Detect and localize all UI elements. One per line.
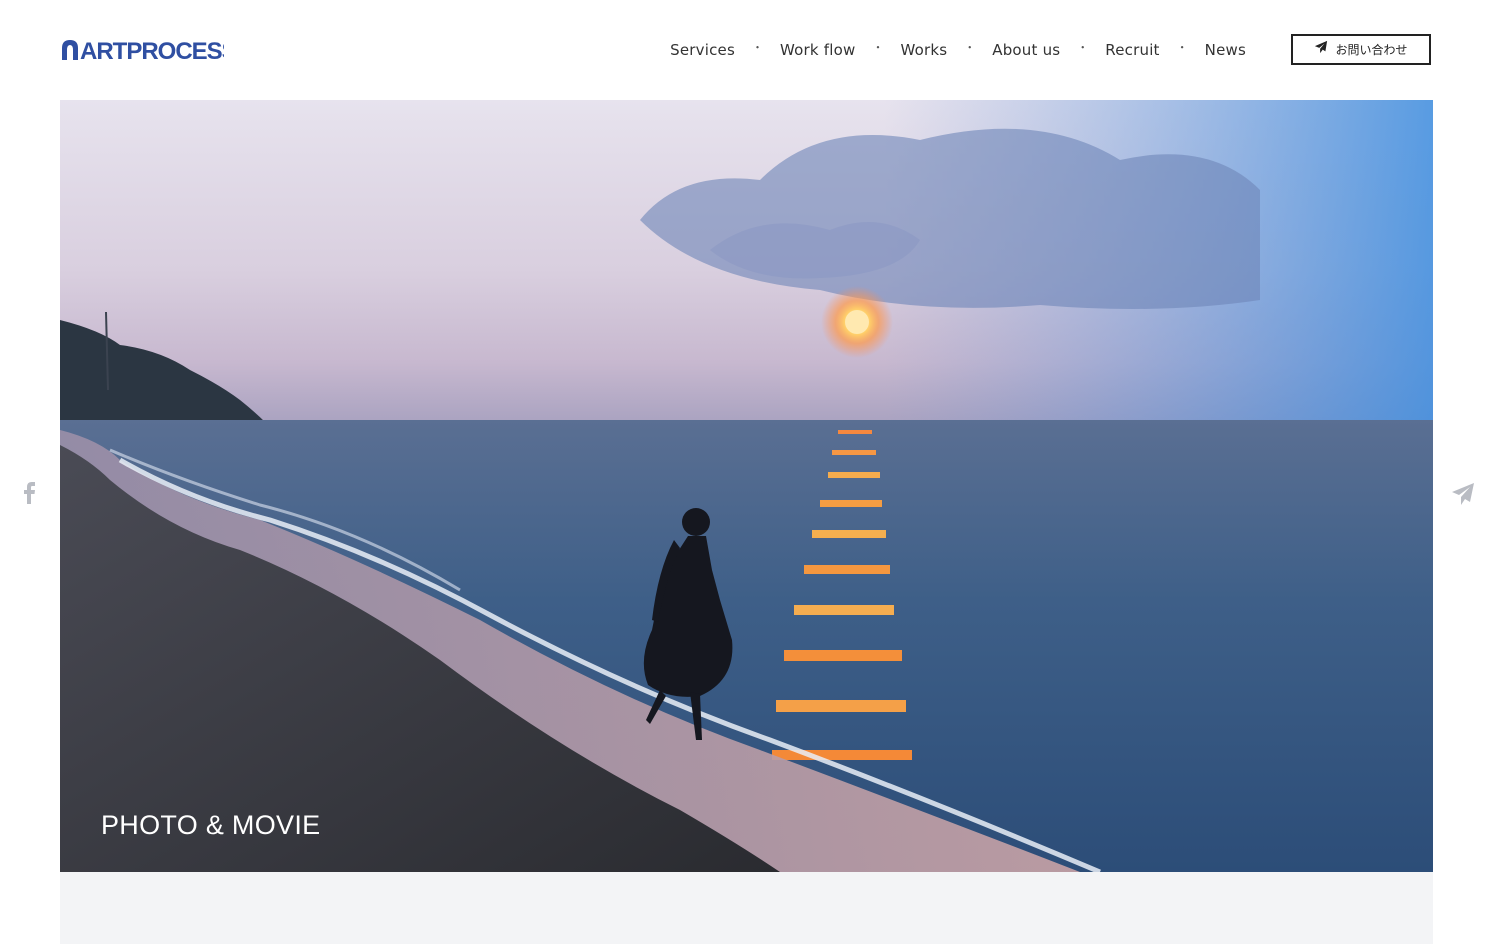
contact-button[interactable]: お問い合わせ xyxy=(1291,34,1431,65)
content-band xyxy=(60,872,1433,944)
nav-work-flow[interactable]: Work flow xyxy=(780,41,855,59)
paper-plane-icon[interactable] xyxy=(1451,482,1475,506)
svg-text:ARTPROCESS: ARTPROCESS xyxy=(80,38,224,64)
main-nav: Services ・ Work flow ・ Works ・ About us … xyxy=(670,38,1246,62)
nav-separator: ・ xyxy=(751,41,763,54)
nav-recruit[interactable]: Recruit xyxy=(1105,41,1159,59)
nav-about-us[interactable]: About us xyxy=(992,41,1060,59)
beach-sunset-photo xyxy=(60,100,1433,872)
hero-image: PHOTO & MOVIE xyxy=(60,100,1433,872)
paper-plane-icon xyxy=(1314,40,1328,59)
nav-services[interactable]: Services xyxy=(670,41,735,59)
nav-works[interactable]: Works xyxy=(900,41,947,59)
site-header: ARTPROCESS Services ・ Work flow ・ Works … xyxy=(0,0,1493,100)
nav-separator: ・ xyxy=(964,41,976,54)
nav-separator: ・ xyxy=(1176,41,1188,54)
artprocess-logo[interactable]: ARTPROCESS xyxy=(60,36,239,65)
contact-button-label: お問い合わせ xyxy=(1335,43,1408,57)
facebook-icon[interactable] xyxy=(22,482,38,504)
nav-separator: ・ xyxy=(1077,41,1089,54)
nav-separator: ・ xyxy=(872,41,884,54)
nav-news[interactable]: News xyxy=(1205,41,1246,59)
hero-caption: PHOTO & MOVIE xyxy=(101,810,321,840)
